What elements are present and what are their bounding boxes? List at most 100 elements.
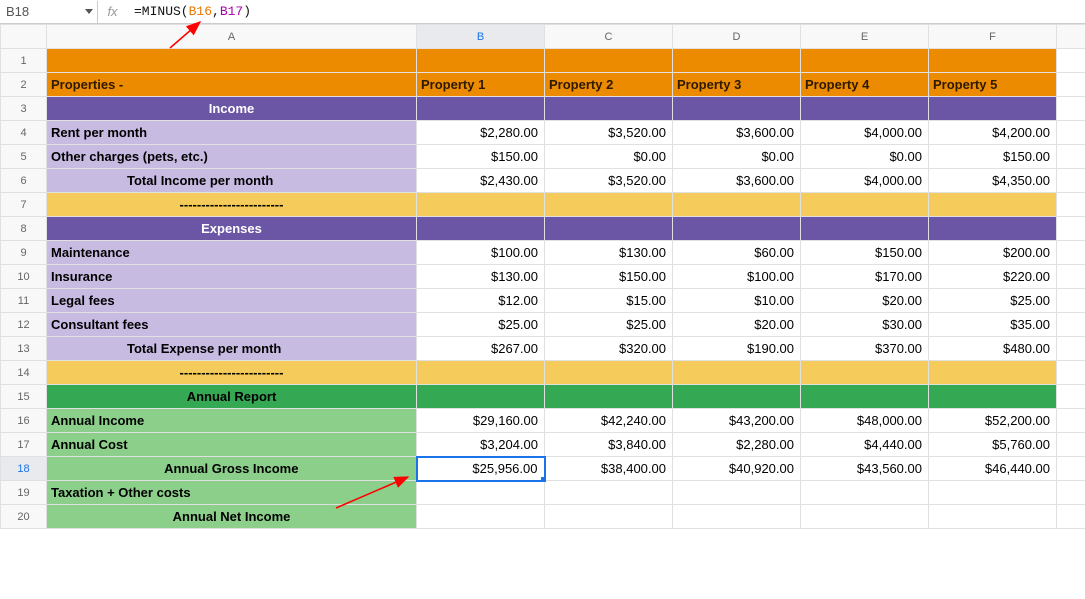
value-cell[interactable]: $2,430.00 (417, 169, 545, 193)
section-header[interactable] (545, 385, 673, 409)
row-label[interactable]: Annual Income (47, 409, 417, 433)
section-header[interactable] (801, 385, 929, 409)
cell[interactable] (1057, 409, 1085, 433)
value-cell[interactable]: $4,200.00 (929, 121, 1057, 145)
cell[interactable] (1057, 73, 1085, 97)
section-header[interactable] (929, 385, 1057, 409)
value-cell[interactable] (417, 481, 545, 505)
column-label[interactable]: Property 4 (801, 73, 929, 97)
cell[interactable] (1057, 337, 1085, 361)
section-header[interactable] (673, 217, 801, 241)
value-cell[interactable]: $3,600.00 (673, 121, 801, 145)
row-label[interactable]: Annual Net Income (47, 505, 417, 529)
value-cell[interactable]: $0.00 (545, 145, 673, 169)
cell[interactable] (1057, 433, 1085, 457)
cell[interactable] (1057, 505, 1085, 529)
section-header[interactable]: Annual Report (47, 385, 417, 409)
value-cell[interactable]: $35.00 (929, 313, 1057, 337)
separator[interactable] (801, 193, 929, 217)
value-cell[interactable]: $0.00 (673, 145, 801, 169)
value-cell[interactable]: $46,440.00 (929, 457, 1057, 481)
cell[interactable] (1057, 217, 1085, 241)
cell[interactable] (1057, 145, 1085, 169)
section-header[interactable] (673, 385, 801, 409)
cell[interactable] (1057, 97, 1085, 121)
value-cell[interactable]: $190.00 (673, 337, 801, 361)
cell[interactable] (1057, 49, 1085, 73)
column-header[interactable]: F (929, 25, 1057, 49)
cell[interactable] (1057, 289, 1085, 313)
value-cell[interactable]: $480.00 (929, 337, 1057, 361)
value-cell[interactable]: $20.00 (801, 289, 929, 313)
row-header[interactable]: 4 (1, 121, 47, 145)
value-cell[interactable]: $15.00 (545, 289, 673, 313)
cell[interactable] (1057, 241, 1085, 265)
value-cell[interactable]: $52,200.00 (929, 409, 1057, 433)
row-label[interactable]: Total Expense per month (47, 337, 417, 361)
section-header[interactable] (801, 217, 929, 241)
separator[interactable] (929, 361, 1057, 385)
row-header[interactable]: 1 (1, 49, 47, 73)
value-cell[interactable]: $150.00 (417, 145, 545, 169)
row-label[interactable]: Annual Gross Income (47, 457, 417, 481)
row-header[interactable]: 12 (1, 313, 47, 337)
separator[interactable] (929, 193, 1057, 217)
row-header[interactable]: 7 (1, 193, 47, 217)
column-header[interactable]: E (801, 25, 929, 49)
value-cell[interactable]: $10.00 (673, 289, 801, 313)
value-cell[interactable] (929, 481, 1057, 505)
value-cell[interactable]: $320.00 (545, 337, 673, 361)
cell[interactable] (545, 49, 673, 73)
row-label[interactable]: Rent per month (47, 121, 417, 145)
row-header[interactable]: 3 (1, 97, 47, 121)
value-cell[interactable]: $25.00 (417, 313, 545, 337)
value-cell[interactable]: $150.00 (929, 145, 1057, 169)
value-cell[interactable]: $2,280.00 (417, 121, 545, 145)
value-cell[interactable]: $3,520.00 (545, 169, 673, 193)
row-header[interactable]: 10 (1, 265, 47, 289)
value-cell[interactable]: $60.00 (673, 241, 801, 265)
row-header[interactable]: 16 (1, 409, 47, 433)
value-cell[interactable] (801, 481, 929, 505)
column-label[interactable]: Property 1 (417, 73, 545, 97)
value-cell[interactable]: $267.00 (417, 337, 545, 361)
value-cell[interactable] (417, 505, 545, 529)
value-cell[interactable]: $130.00 (417, 265, 545, 289)
value-cell[interactable]: $100.00 (417, 241, 545, 265)
row-label[interactable]: Properties - (47, 73, 417, 97)
row-header[interactable]: 13 (1, 337, 47, 361)
value-cell[interactable]: $4,350.00 (929, 169, 1057, 193)
row-label[interactable]: Total Income per month (47, 169, 417, 193)
row-label[interactable]: Taxation + Other costs (47, 481, 417, 505)
cell[interactable] (673, 49, 801, 73)
value-cell[interactable]: $130.00 (545, 241, 673, 265)
value-cell[interactable]: $3,520.00 (545, 121, 673, 145)
section-header[interactable] (545, 97, 673, 121)
cell[interactable] (417, 49, 545, 73)
cell[interactable] (1057, 457, 1085, 481)
value-cell[interactable]: $200.00 (929, 241, 1057, 265)
value-cell[interactable]: $0.00 (801, 145, 929, 169)
cell[interactable] (929, 49, 1057, 73)
section-header[interactable]: Income (47, 97, 417, 121)
value-cell[interactable] (673, 505, 801, 529)
value-cell[interactable]: $4,000.00 (801, 169, 929, 193)
cell[interactable] (1057, 121, 1085, 145)
column-label[interactable]: Property 2 (545, 73, 673, 97)
corner-cell[interactable] (1, 25, 47, 49)
value-cell[interactable]: $30.00 (801, 313, 929, 337)
value-cell[interactable]: $150.00 (545, 265, 673, 289)
value-cell[interactable]: $38,400.00 (545, 457, 673, 481)
separator[interactable] (673, 193, 801, 217)
cell[interactable] (801, 49, 929, 73)
section-header[interactable] (417, 385, 545, 409)
selected-cell[interactable]: $25,956.00 (417, 457, 545, 481)
value-cell[interactable]: $3,204.00 (417, 433, 545, 457)
row-header[interactable]: 19 (1, 481, 47, 505)
value-cell[interactable]: $150.00 (801, 241, 929, 265)
section-header[interactable]: Expenses (47, 217, 417, 241)
value-cell[interactable]: $25.00 (929, 289, 1057, 313)
value-cell[interactable]: $220.00 (929, 265, 1057, 289)
row-header[interactable]: 20 (1, 505, 47, 529)
cell[interactable] (1057, 313, 1085, 337)
